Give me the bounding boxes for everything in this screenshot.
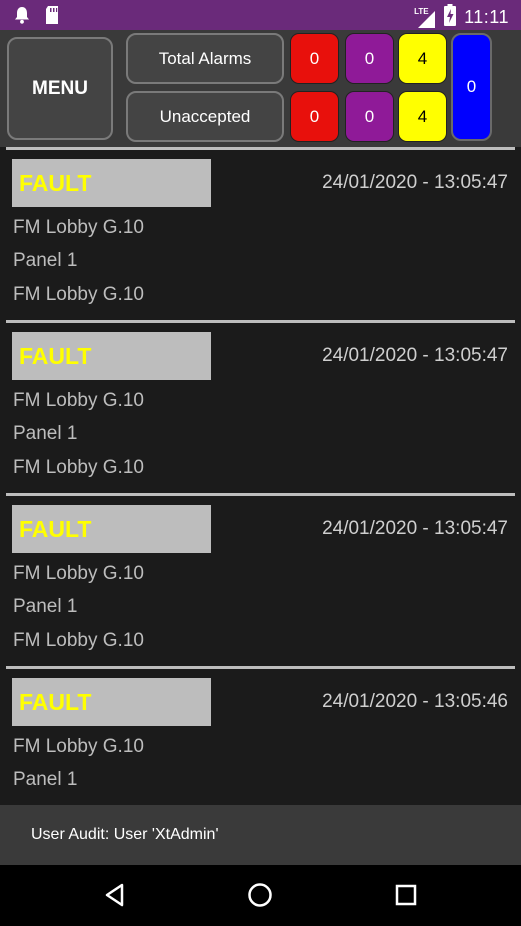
event-panel: Panel 1 bbox=[13, 769, 78, 790]
alarm-header: MENU Total Alarms Unaccepted 0 0 4 0 0 4… bbox=[0, 30, 521, 147]
total-red-count[interactable]: 0 bbox=[290, 33, 339, 84]
event-list[interactable]: FAULT 24/01/2020 - 13:05:47 FM Lobby G.1… bbox=[0, 147, 521, 805]
event-timestamp: 24/01/2020 - 13:05:47 bbox=[322, 345, 508, 366]
event-type-badge: FAULT bbox=[12, 159, 211, 207]
clock: 11:11 bbox=[464, 7, 509, 27]
blue-count-button[interactable]: 0 bbox=[451, 33, 492, 141]
notification-bell-icon bbox=[12, 5, 32, 30]
audit-message: User Audit: User 'XtAdmin' bbox=[31, 826, 219, 843]
event-panel: Panel 1 bbox=[13, 596, 78, 617]
event-timestamp: 24/01/2020 - 13:05:46 bbox=[322, 691, 508, 712]
event-zone: FM Lobby G.10 bbox=[13, 457, 144, 478]
event-panel: Panel 1 bbox=[13, 423, 78, 444]
event-panel: Panel 1 bbox=[13, 250, 78, 271]
recents-icon[interactable] bbox=[390, 879, 422, 911]
sd-card-icon bbox=[44, 5, 60, 30]
unaccepted-yellow-count[interactable]: 4 bbox=[398, 91, 447, 142]
event-timestamp: 24/01/2020 - 13:05:47 bbox=[322, 172, 508, 193]
event-type-badge: FAULT bbox=[12, 505, 211, 553]
event-row[interactable]: FAULT 24/01/2020 - 13:05:47 FM Lobby G.1… bbox=[0, 147, 521, 317]
event-timestamp: 24/01/2020 - 13:05:47 bbox=[322, 518, 508, 539]
home-icon[interactable] bbox=[244, 879, 276, 911]
battery-charging-icon bbox=[444, 4, 457, 31]
menu-button[interactable]: MENU bbox=[7, 37, 113, 140]
unaccepted-button[interactable]: Unaccepted bbox=[126, 91, 284, 142]
audit-footer: User Audit: User 'XtAdmin' bbox=[0, 805, 521, 865]
event-row[interactable]: FAULT 24/01/2020 - 13:05:46 FM Lobby G.1… bbox=[0, 666, 521, 805]
total-yellow-count[interactable]: 4 bbox=[398, 33, 447, 84]
event-location: FM Lobby G.10 bbox=[13, 563, 144, 584]
event-row[interactable]: FAULT 24/01/2020 - 13:05:47 FM Lobby G.1… bbox=[0, 493, 521, 663]
unaccepted-purple-count[interactable]: 0 bbox=[345, 91, 394, 142]
event-location: FM Lobby G.10 bbox=[13, 390, 144, 411]
system-nav-bar bbox=[0, 865, 521, 926]
event-type-badge: FAULT bbox=[12, 678, 211, 726]
event-location: FM Lobby G.10 bbox=[13, 736, 144, 757]
total-alarms-button[interactable]: Total Alarms bbox=[126, 33, 284, 84]
event-zone: FM Lobby G.10 bbox=[13, 284, 144, 305]
status-bar: LTE 11:11 bbox=[0, 0, 521, 30]
event-location: FM Lobby G.10 bbox=[13, 217, 144, 238]
event-zone: FM Lobby G.10 bbox=[13, 630, 144, 651]
back-icon[interactable] bbox=[99, 879, 131, 911]
total-purple-count[interactable]: 0 bbox=[345, 33, 394, 84]
event-row[interactable]: FAULT 24/01/2020 - 13:05:47 FM Lobby G.1… bbox=[0, 320, 521, 490]
unaccepted-red-count[interactable]: 0 bbox=[290, 91, 339, 142]
signal-icon: LTE bbox=[414, 7, 436, 29]
event-type-badge: FAULT bbox=[12, 332, 211, 380]
